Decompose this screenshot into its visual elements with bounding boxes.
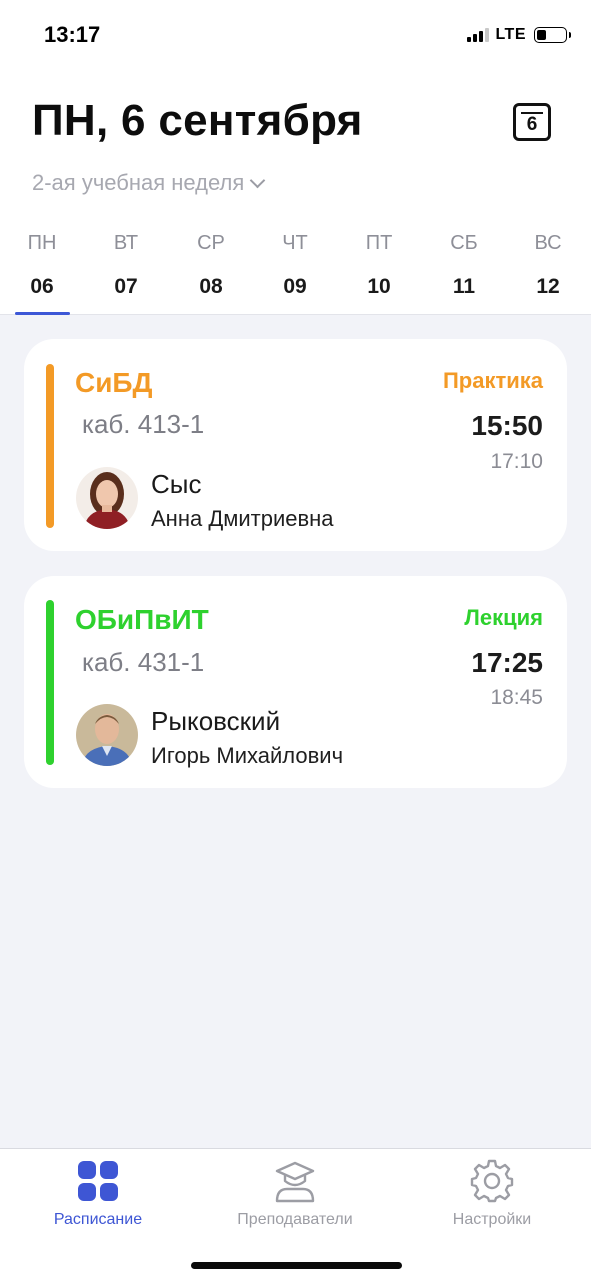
day-tab-fri[interactable]: ПТ 10 bbox=[344, 228, 414, 299]
day-date: 09 bbox=[283, 275, 307, 298]
home-indicator bbox=[191, 1262, 402, 1269]
day-date: 11 bbox=[452, 275, 476, 298]
selected-day-indicator bbox=[15, 312, 70, 315]
lesson-card[interactable]: ОБиПвИТ Лекция каб. 431-1 17:25 18:45 Ры… bbox=[24, 576, 567, 788]
day-date: 10 bbox=[367, 275, 391, 298]
tab-schedule-label: Расписание bbox=[53, 1211, 143, 1228]
day-date: 06 bbox=[30, 275, 54, 298]
grid-icon bbox=[78, 1161, 118, 1201]
day-name: ПТ bbox=[365, 232, 393, 254]
graduation-cap-icon bbox=[275, 1161, 315, 1203]
day-date: 08 bbox=[199, 275, 223, 298]
teacher-first-name: Анна Дмитриевна bbox=[151, 506, 334, 531]
page-title: ПН, 6 сентября bbox=[32, 96, 363, 145]
lesson-subject: ОБиПвИТ bbox=[75, 604, 209, 635]
day-name: ВС bbox=[534, 232, 562, 254]
lesson-end-time: 18:45 bbox=[490, 686, 543, 709]
lesson-room: каб. 431-1 bbox=[82, 647, 205, 677]
week-days-strip: ПН 06 ВТ 07 СР 08 ЧТ 09 ПТ 10 СБ 11 ВС 1… bbox=[0, 228, 591, 316]
day-date: 12 bbox=[536, 275, 560, 298]
day-name: ЧТ bbox=[282, 232, 308, 254]
day-date: 07 bbox=[114, 275, 138, 298]
day-tab-tue[interactable]: ВТ 07 bbox=[91, 228, 161, 299]
lesson-room: каб. 413-1 bbox=[82, 409, 205, 439]
status-time: 13:17 bbox=[44, 22, 101, 47]
tab-schedule[interactable]: Расписание bbox=[3, 1159, 193, 1229]
day-name: СБ bbox=[450, 232, 478, 254]
chevron-down-icon bbox=[250, 172, 266, 188]
teacher-avatar bbox=[76, 704, 138, 766]
lesson-type: Практика bbox=[442, 368, 543, 393]
tab-teachers[interactable]: Преподаватели bbox=[200, 1159, 390, 1229]
teacher-avatar bbox=[76, 467, 138, 529]
lesson-card[interactable]: СиБД Практика каб. 413-1 15:50 17:10 Сыс… bbox=[24, 339, 567, 551]
week-selector[interactable]: 2-ая учебная неделя bbox=[32, 170, 266, 196]
teacher-last-name: Рыковский bbox=[151, 706, 281, 736]
day-name: СР bbox=[197, 232, 225, 254]
signal-icon bbox=[467, 28, 490, 42]
status-indicators: LTE bbox=[467, 26, 571, 44]
battery-icon bbox=[534, 27, 571, 43]
day-tab-sat[interactable]: СБ 11 bbox=[429, 228, 499, 299]
lesson-color-bar bbox=[46, 364, 54, 528]
tab-settings-label: Настройки bbox=[452, 1211, 532, 1228]
lesson-subject: СиБД bbox=[75, 367, 153, 398]
calendar-button[interactable]: 6 bbox=[513, 103, 551, 141]
network-type: LTE bbox=[495, 26, 526, 43]
calendar-icon-day: 6 bbox=[526, 114, 538, 135]
day-tab-sun[interactable]: ВС 12 bbox=[513, 228, 583, 299]
header-area: 13:17 LTE ПН, 6 сентября 6 2-ая учебная … bbox=[0, 0, 591, 315]
teacher-first-name: Игорь Михайлович bbox=[151, 743, 344, 768]
day-tab-wed[interactable]: СР 08 bbox=[176, 228, 246, 299]
lesson-start-time: 17:25 bbox=[471, 647, 543, 678]
lesson-type: Лекция bbox=[464, 605, 543, 630]
tab-settings[interactable]: Настройки bbox=[397, 1159, 587, 1229]
tab-bar: Расписание Преподаватели Настройки bbox=[0, 1148, 591, 1280]
lesson-start-time: 15:50 bbox=[471, 410, 543, 441]
day-tab-thu[interactable]: ЧТ 09 bbox=[260, 228, 330, 299]
day-name: ПН bbox=[27, 232, 57, 254]
day-name: ВТ bbox=[113, 232, 139, 254]
week-label: 2-ая учебная неделя bbox=[32, 170, 245, 195]
tab-teachers-label: Преподаватели bbox=[237, 1211, 353, 1228]
gear-icon bbox=[470, 1159, 514, 1203]
lesson-end-time: 17:10 bbox=[490, 450, 543, 473]
teacher-last-name: Сыс bbox=[151, 469, 202, 499]
lesson-color-bar bbox=[46, 600, 54, 765]
day-tab-mon[interactable]: ПН 06 bbox=[7, 228, 77, 299]
